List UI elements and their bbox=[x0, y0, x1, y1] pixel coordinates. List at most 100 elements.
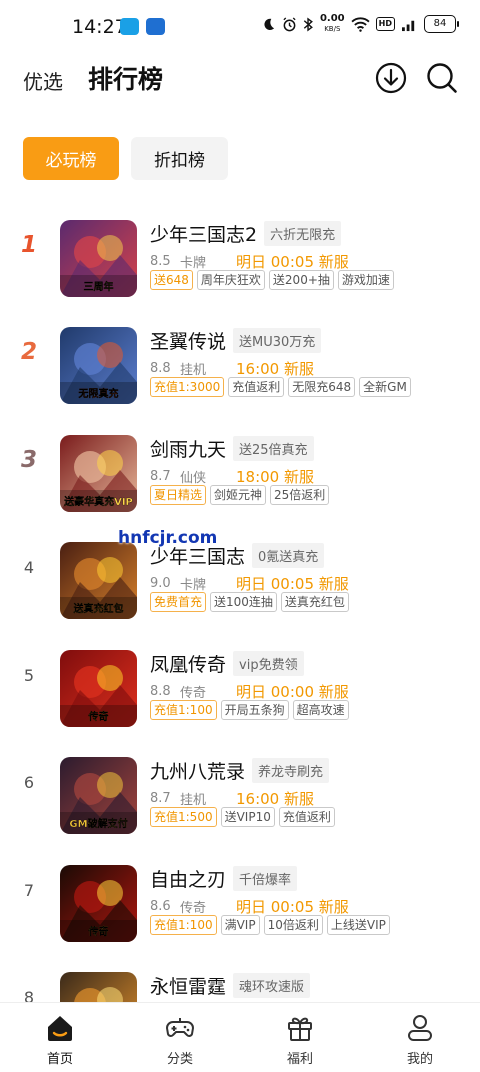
game-thumbnail[interactable]: 传奇 bbox=[60, 865, 137, 942]
nav-welfare[interactable]: 福利 bbox=[260, 1013, 340, 1067]
thumb-caption: 三周年 bbox=[84, 280, 114, 293]
thumb-caption: GM破解支付 bbox=[69, 817, 127, 830]
game-genre: 挂机 bbox=[180, 363, 207, 378]
thumb-caption: 传奇 bbox=[88, 925, 109, 938]
game-promo-label: 0氪送真充 bbox=[252, 543, 325, 568]
rank-number: 5 bbox=[23, 666, 35, 685]
rank-number: 1 bbox=[20, 232, 37, 258]
game-tag: 充值1:100 bbox=[150, 700, 217, 720]
game-tag: 充值1:500 bbox=[150, 807, 217, 827]
game-thumbnail[interactable]: 无限真充 bbox=[60, 327, 137, 404]
rank-number: 2 bbox=[20, 339, 37, 365]
game-row[interactable]: 4 送真充红包 少年三国志 0氪送真充 9.0 卡牌 明日 00:05 新服 免… bbox=[0, 534, 480, 630]
game-title-line: 九州八荒录 养龙寺刷充 bbox=[150, 757, 330, 784]
game-row[interactable]: 5 传奇 凤凰传奇 vip免费领 8.8 传奇 明日 00:00 新服 充值1:… bbox=[0, 642, 480, 738]
game-score: 8.7 bbox=[150, 469, 171, 484]
server-open-time: 明日 00:05 新服 bbox=[236, 575, 349, 593]
game-row[interactable]: 1 三周年 少年三国志2 六折无限充 8.5 卡牌 明日 00:05 新服 送6… bbox=[0, 212, 480, 308]
app-notification-icon bbox=[120, 18, 139, 35]
game-genre: 卡牌 bbox=[180, 578, 207, 593]
game-meta: 8.6 传奇 明日 00:05 新服 bbox=[150, 896, 349, 917]
nav-label-welfare: 福利 bbox=[286, 1052, 313, 1067]
game-tag: 周年庆狂欢 bbox=[196, 270, 265, 290]
game-row[interactable]: 6 GM破解支付 九州八荒录 养龙寺刷充 8.7 挂机 16:00 新服 充值1… bbox=[0, 749, 480, 845]
game-row[interactable]: 3 送豪华真充VIP 剑雨九天 送25倍真充 8.7 仙侠 18:00 新服 夏… bbox=[0, 427, 480, 523]
search-icon[interactable] bbox=[426, 62, 458, 94]
game-name[interactable]: 少年三国志2 bbox=[150, 220, 257, 247]
rank-number: 6 bbox=[23, 773, 35, 792]
game-meta: 8.8 传奇 明日 00:00 新服 bbox=[150, 681, 349, 702]
hd-badge: HD bbox=[375, 17, 395, 31]
game-art-icon: 三周年 bbox=[60, 220, 137, 297]
moon-icon bbox=[264, 18, 275, 30]
nav-mine[interactable]: 我的 bbox=[380, 1013, 460, 1067]
game-tags: 充值1:500 送VIP10 充值返利 bbox=[150, 807, 335, 827]
game-thumbnail[interactable]: 送真充红包 bbox=[60, 542, 137, 619]
nav-label-home: 首页 bbox=[46, 1052, 73, 1067]
game-score: 8.8 bbox=[150, 361, 171, 376]
game-title-line: 自由之刃 千倍爆率 bbox=[150, 865, 298, 892]
thumb-caption: 传奇 bbox=[88, 710, 109, 723]
wifi-icon bbox=[351, 16, 370, 32]
gamepad-icon bbox=[165, 1018, 195, 1037]
game-name[interactable]: 圣翼传说 bbox=[150, 327, 226, 354]
tab-featured[interactable]: 优选 bbox=[23, 66, 63, 95]
game-score: 8.5 bbox=[150, 254, 171, 269]
rank-number: 4 bbox=[23, 558, 35, 577]
game-tag: 剑姬元神 bbox=[210, 485, 267, 505]
game-score: 8.7 bbox=[150, 791, 171, 806]
game-name[interactable]: 自由之刃 bbox=[150, 865, 226, 892]
download-icon[interactable] bbox=[375, 62, 407, 94]
status-indicators: 0.00 KB/S HD 84 bbox=[261, 14, 459, 34]
game-tag: 全新GM bbox=[359, 377, 411, 397]
tab-ranking[interactable]: 排行榜 bbox=[88, 60, 163, 96]
game-tag: 送200+抽 bbox=[268, 270, 334, 290]
game-tag: 送真充红包 bbox=[280, 592, 349, 612]
nav-category[interactable]: 分类 bbox=[140, 1013, 220, 1067]
game-tag: 10倍返利 bbox=[263, 915, 323, 935]
game-thumbnail[interactable]: 三周年 bbox=[60, 220, 137, 297]
game-promo-label: 魂环攻速版 bbox=[233, 973, 311, 998]
game-genre: 卡牌 bbox=[180, 256, 207, 271]
game-name[interactable]: 凤凰传奇 bbox=[150, 650, 226, 677]
top-header: 优选 排行榜 bbox=[0, 52, 480, 112]
game-tag: 充值返利 bbox=[228, 377, 285, 397]
game-name[interactable]: 永恒雷霆 bbox=[150, 972, 226, 999]
game-name[interactable]: 九州八荒录 bbox=[150, 757, 245, 784]
game-meta: 8.8 挂机 16:00 新服 bbox=[150, 358, 314, 379]
game-meta: 8.5 卡牌 明日 00:05 新服 bbox=[150, 251, 349, 272]
game-row[interactable]: 7 传奇 自由之刃 千倍爆率 8.6 传奇 明日 00:05 新服 充值1:10… bbox=[0, 857, 480, 953]
game-tags: 送648 周年庆狂欢 送200+抽 游戏加速 bbox=[150, 270, 394, 290]
nav-label-mine: 我的 bbox=[406, 1052, 433, 1067]
nav-label-category: 分类 bbox=[166, 1052, 193, 1067]
game-row[interactable]: 2 无限真充 圣翼传说 送MU30万充 8.8 挂机 16:00 新服 充值1:… bbox=[0, 319, 480, 415]
game-tag: 满VIP bbox=[220, 915, 260, 935]
gift-icon bbox=[288, 1017, 312, 1041]
segment-must-play[interactable]: 必玩榜 bbox=[23, 137, 119, 180]
game-genre: 传奇 bbox=[180, 686, 207, 701]
game-tag: 送648 bbox=[150, 270, 193, 290]
game-meta: 8.7 挂机 16:00 新服 bbox=[150, 788, 314, 809]
nav-home[interactable]: 首页 bbox=[20, 1013, 100, 1067]
server-open-time: 明日 00:00 新服 bbox=[236, 683, 349, 701]
server-open-time: 16:00 新服 bbox=[236, 790, 314, 808]
server-open-time: 18:00 新服 bbox=[236, 468, 314, 486]
game-tag: 充值1:100 bbox=[150, 915, 217, 935]
game-tag: 送100连抽 bbox=[210, 592, 277, 612]
game-art-icon: 传奇 bbox=[60, 650, 137, 727]
game-tag: 免费首充 bbox=[150, 592, 207, 612]
game-name[interactable]: 剑雨九天 bbox=[150, 435, 226, 462]
game-art-icon: 送豪华真充VIP bbox=[60, 435, 137, 512]
game-thumbnail[interactable]: 传奇 bbox=[60, 650, 137, 727]
bluetooth-icon bbox=[303, 16, 313, 32]
game-promo-label: vip免费领 bbox=[233, 651, 304, 676]
segment-discount[interactable]: 折扣榜 bbox=[131, 137, 228, 180]
game-tag: 上线送VIP bbox=[326, 915, 390, 935]
app-notification-icon-2 bbox=[146, 18, 165, 35]
game-meta: 9.0 卡牌 明日 00:05 新服 bbox=[150, 573, 349, 594]
game-tag: 开局五条狗 bbox=[220, 700, 289, 720]
status-time: 14:27 bbox=[72, 16, 127, 38]
game-thumbnail[interactable]: 送豪华真充VIP bbox=[60, 435, 137, 512]
rank-number: 3 bbox=[20, 447, 37, 473]
game-thumbnail[interactable]: GM破解支付 bbox=[60, 757, 137, 834]
